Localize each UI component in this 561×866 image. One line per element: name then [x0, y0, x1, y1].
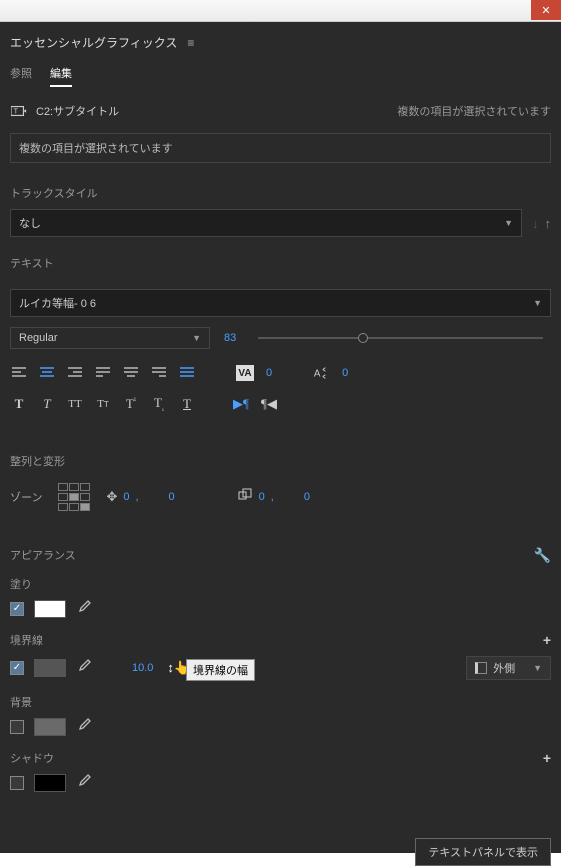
stroke-checkbox[interactable]	[10, 661, 24, 675]
stroke-position-value: 外側	[493, 660, 515, 676]
shadow-add-button[interactable]: +	[543, 750, 551, 766]
align-center-icon[interactable]	[38, 365, 56, 381]
chevron-down-icon: ▼	[192, 333, 201, 343]
align-justify-all-icon[interactable]	[178, 365, 196, 381]
trackstyle-select[interactable]: なし ▼	[10, 209, 522, 237]
tracking-icon[interactable]: A	[312, 365, 330, 381]
essential-graphics-panel: エッセンシャルグラフィックス ≡ 参照 編集 T C2:サブタイトル 複数の項目…	[0, 22, 561, 853]
fill-label: 塗り	[10, 576, 32, 592]
svg-text:T: T	[14, 108, 19, 116]
kerning-icon[interactable]: VA	[236, 365, 254, 381]
background-swatch[interactable]	[34, 718, 66, 736]
chevron-down-icon: ▼	[533, 298, 542, 308]
trackstyle-down-button[interactable]: ↓	[532, 216, 539, 231]
tab-edit[interactable]: 編集	[50, 65, 72, 87]
font-size-value[interactable]: 83	[224, 332, 236, 344]
selection-status: 複数の項目が選択されています	[397, 103, 551, 119]
appearance-label: アピアランス	[10, 547, 76, 563]
stroke-width-tooltip: 境界線の幅	[186, 659, 255, 681]
align-justify-last-left-icon[interactable]	[94, 365, 112, 381]
zone-label: ゾーン	[10, 489, 42, 505]
font-style-value: Regular	[19, 332, 58, 344]
subscript-button[interactable]: T₁	[150, 395, 168, 413]
position-icon: ✥	[106, 489, 117, 505]
underline-button[interactable]: T	[178, 396, 196, 412]
eyedropper-icon[interactable]	[76, 600, 92, 617]
font-select[interactable]: ルイカ等幅- 0 6 ▼	[10, 289, 551, 317]
stroke-swatch[interactable]	[34, 659, 66, 677]
trackstyle-value: なし	[19, 215, 41, 231]
tab-browse[interactable]: 参照	[10, 65, 32, 87]
align-right-icon[interactable]	[66, 365, 84, 381]
source-name: C2:サブタイトル	[36, 103, 119, 119]
shadow-checkbox[interactable]	[10, 776, 24, 790]
rtl-button[interactable]: ¶◀	[260, 396, 278, 412]
panel-title: エッセンシャルグラフィックス	[10, 34, 177, 51]
align-justify-last-right-icon[interactable]	[150, 365, 168, 381]
text-style-row: T T TT TT T¹ T₁ T ▶¶ ¶◀	[10, 395, 551, 413]
stroke-add-button[interactable]: +	[543, 632, 551, 648]
stroke-position-select[interactable]: 外側 ▼	[466, 656, 551, 680]
align-transform-label: 整列と変形	[10, 453, 551, 469]
stroke-width-value[interactable]: 10.0	[132, 662, 153, 674]
fill-swatch[interactable]	[34, 600, 66, 618]
bold-button[interactable]: T	[10, 396, 28, 412]
tracking-value[interactable]: 0	[342, 367, 348, 379]
smallcaps-button[interactable]: TT	[94, 398, 112, 410]
pos-x-value[interactable]: 0	[123, 491, 129, 503]
tab-bar: 参照 編集	[10, 63, 551, 93]
trackstyle-label: トラックスタイル	[10, 185, 551, 201]
background-label: 背景	[10, 694, 32, 710]
zone-grid[interactable]	[58, 483, 90, 511]
stroke-position-icon	[475, 662, 487, 674]
text-section-label: テキスト	[10, 255, 551, 271]
caption-track-icon: T	[10, 104, 28, 118]
shadow-swatch[interactable]	[34, 774, 66, 792]
superscript-button[interactable]: T¹	[122, 396, 140, 412]
window-close-button[interactable]: ✕	[531, 0, 561, 20]
align-icon-row: VA 0 A 0	[10, 365, 551, 381]
window-titlebar: ✕	[0, 0, 561, 22]
fill-checkbox[interactable]	[10, 602, 24, 616]
multi-select-warning: 複数の項目が選択されています	[10, 133, 551, 163]
shadow-label: シャドウ	[10, 750, 54, 766]
trackstyle-up-button[interactable]: ↑	[545, 216, 552, 231]
kerning-value[interactable]: 0	[266, 367, 272, 379]
panel-header: エッセンシャルグラフィックス ≡	[10, 30, 551, 59]
scale-y-value[interactable]: 0	[304, 491, 310, 503]
stroke-label: 境界線	[10, 632, 43, 648]
svg-text:A: A	[314, 369, 321, 380]
font-style-select[interactable]: Regular ▼	[10, 327, 210, 349]
allcaps-button[interactable]: TT	[66, 398, 84, 410]
scale-x-value[interactable]: 0	[259, 491, 265, 503]
chevron-down-icon: ▼	[533, 663, 542, 673]
align-left-icon[interactable]	[10, 365, 28, 381]
font-size-slider[interactable]	[258, 337, 543, 339]
wrench-icon[interactable]: 🔧	[534, 547, 551, 564]
ltr-button[interactable]: ▶¶	[232, 396, 250, 412]
eyedropper-icon[interactable]	[76, 774, 92, 791]
pos-y-value[interactable]: 0	[169, 491, 175, 503]
background-checkbox[interactable]	[10, 720, 24, 734]
source-row: T C2:サブタイトル 複数の項目が選択されています	[10, 97, 551, 125]
chevron-down-icon: ▼	[504, 218, 513, 228]
panel-menu-icon[interactable]: ≡	[187, 36, 194, 50]
font-value: ルイカ等幅- 0 6	[19, 295, 96, 311]
italic-button[interactable]: T	[38, 396, 56, 412]
align-justify-last-center-icon[interactable]	[122, 365, 140, 381]
eyedropper-icon[interactable]	[76, 718, 92, 735]
scale-icon	[237, 488, 253, 505]
open-text-panel-button[interactable]: テキストパネルで表示	[415, 838, 551, 866]
eyedropper-icon[interactable]	[76, 659, 92, 676]
